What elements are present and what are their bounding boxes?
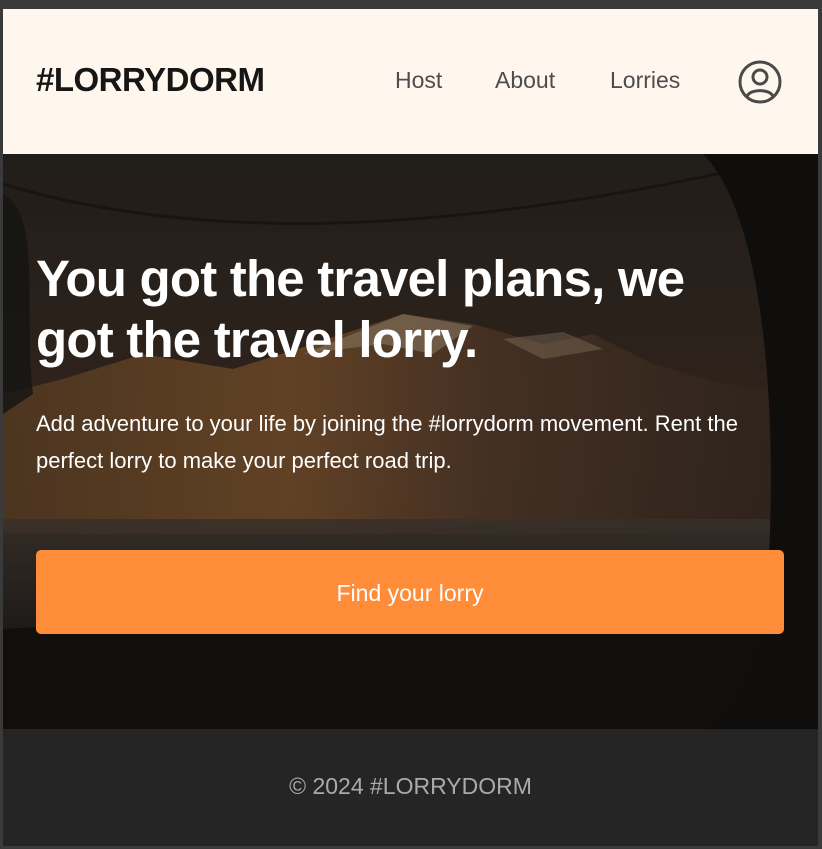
site-logo[interactable]: #LORRYDORM — [36, 61, 265, 99]
hero-section: You got the travel plans, we got the tra… — [3, 154, 818, 729]
nav-link-about[interactable]: About — [495, 67, 555, 94]
nav-link-lorries[interactable]: Lorries — [610, 67, 680, 94]
site-header: #LORRYDORM Host About Lorries — [3, 9, 818, 154]
hero-title: You got the travel plans, we got the tra… — [36, 250, 685, 368]
hero-subtitle: Add adventure to your life by joining th… — [36, 411, 738, 473]
footer-copyright: © 2024 #LORRYDORM — [289, 773, 532, 799]
user-circle-icon[interactable] — [737, 59, 783, 105]
nav-link-host[interactable]: Host — [395, 67, 442, 94]
find-your-lorry-button[interactable]: Find your lorry — [36, 550, 784, 634]
page-frame: #LORRYDORM Host About Lorries You got th… — [3, 9, 818, 846]
site-footer: © 2024 #LORRYDORM — [3, 729, 818, 846]
